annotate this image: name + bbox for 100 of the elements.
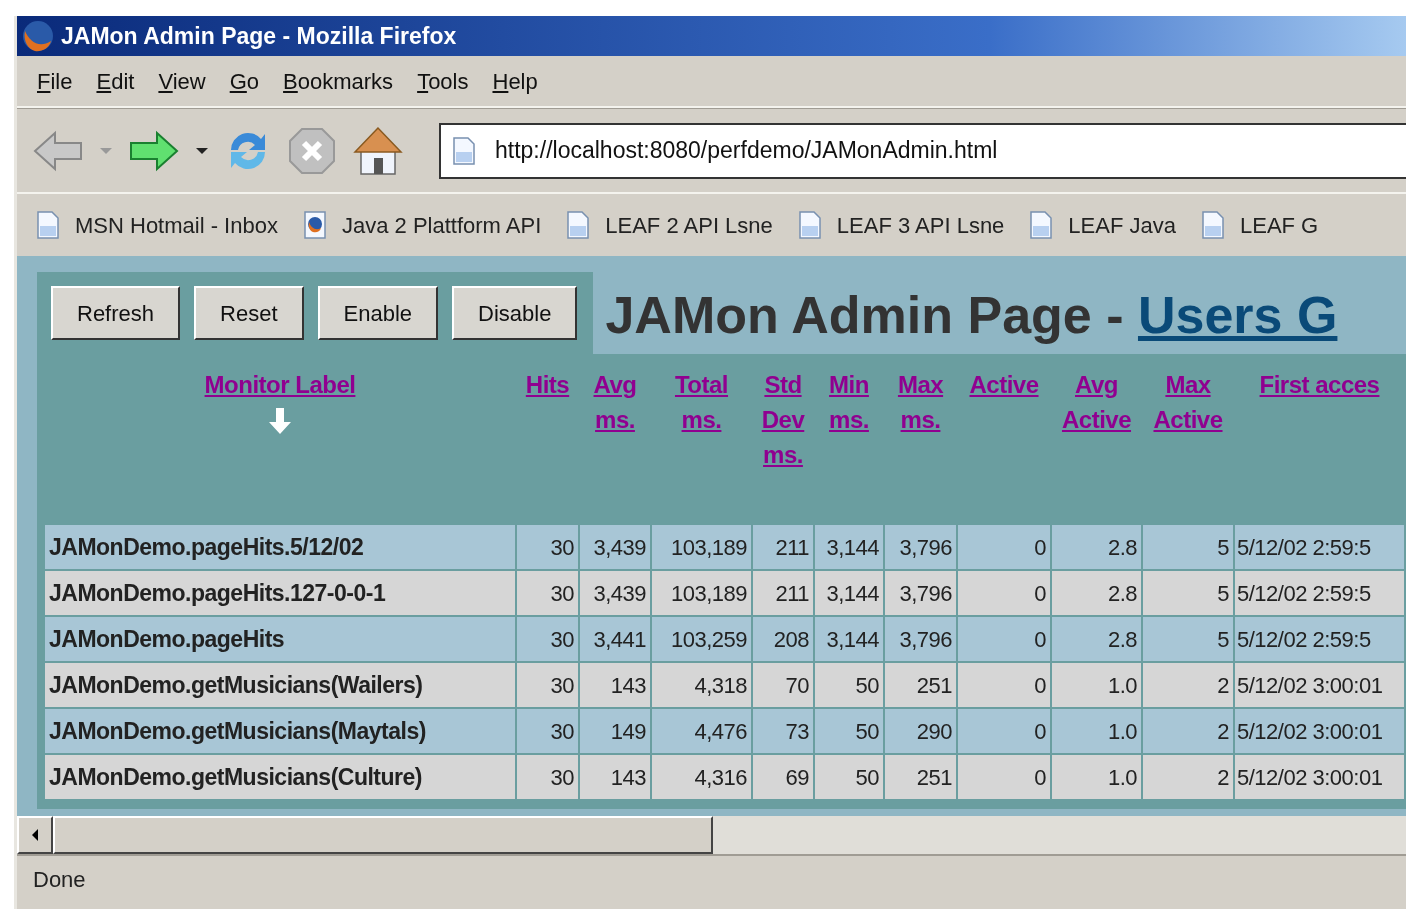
monitor-label-cell: JAMonDemo.pageHits.5/12/02 — [44, 524, 516, 570]
table-cell: 143 — [579, 662, 651, 708]
forward-arrow-icon[interactable] — [127, 128, 181, 173]
table-cell: 3,796 — [884, 570, 957, 616]
toolbar-button[interactable]: Disable — [452, 286, 578, 340]
table-cell: 0 — [957, 524, 1051, 570]
page-icon — [565, 210, 592, 240]
bookmark-link[interactable]: MSN Hotmail - Inbox — [35, 208, 278, 242]
status-text: Done — [33, 865, 86, 894]
table-cell: 211 — [752, 524, 814, 570]
menu-item[interactable]: File — [31, 64, 91, 98]
caret-icon[interactable] — [195, 146, 209, 155]
bookmark-link[interactable]: Java 2 Plattform API — [301, 208, 542, 242]
toolbar-button[interactable]: Refresh — [51, 286, 181, 340]
table-cell: 69 — [752, 754, 814, 800]
menu-item[interactable]: Help — [486, 64, 556, 98]
table-cell: 5/12/02 3:00:01 — [1234, 708, 1405, 754]
menu-item[interactable]: View — [152, 64, 224, 98]
monitor-label-cell: JAMonDemo.getMusicians(Maytals) — [44, 708, 516, 754]
table-cell: 0 — [957, 616, 1051, 662]
table-cell: 5/12/02 2:59:5 — [1234, 570, 1405, 616]
monitor-label-cell: JAMonDemo.pageHits — [44, 616, 516, 662]
table-cell: 50 — [814, 754, 884, 800]
table-cell: 2.8 — [1051, 616, 1142, 662]
menu-item[interactable]: Tools — [411, 64, 487, 98]
bookmark-link[interactable]: LEAF 2 API Lsne — [565, 208, 773, 242]
scroll-left-button[interactable] — [17, 816, 53, 854]
menu-item[interactable]: Go — [223, 64, 278, 98]
table-cell: 3,439 — [579, 524, 651, 570]
table-cell: 70 — [752, 662, 814, 708]
table-cell: 103,189 — [651, 524, 752, 570]
table-cell: 290 — [884, 708, 957, 754]
table-cell: 73 — [752, 708, 814, 754]
table-cell: 2.8 — [1051, 570, 1142, 616]
page-icon — [451, 135, 477, 166]
monitor-label-cell: JAMonDemo.getMusicians(Culture) — [44, 754, 516, 800]
page-icon — [1028, 210, 1055, 240]
table-cell: 5/12/02 2:59:5 — [1234, 616, 1405, 662]
page-icon — [35, 210, 61, 240]
left-arrow-icon — [30, 828, 40, 842]
heading-link[interactable]: Users G — [1137, 286, 1338, 344]
table-cell: 2 — [1142, 754, 1234, 800]
table-cell: 2 — [1142, 708, 1234, 754]
table-cell: 251 — [884, 754, 957, 800]
table-cell: 0 — [957, 662, 1051, 708]
table-cell: 0 — [957, 708, 1051, 754]
table-cell: 2 — [1142, 662, 1234, 708]
table-cell: 0 — [957, 754, 1051, 800]
table-cell: 30 — [516, 524, 579, 570]
bookmark-link[interactable]: LEAF Java — [1028, 208, 1176, 242]
table-cell: 3,439 — [579, 570, 651, 616]
table-cell: 5 — [1142, 616, 1234, 662]
table-cell: 5/12/02 3:00:01 — [1234, 662, 1405, 708]
table-cell: 1.0 — [1051, 754, 1142, 800]
table-cell: 30 — [516, 616, 579, 662]
table-cell: 50 — [814, 662, 884, 708]
page-icon — [1199, 210, 1226, 240]
table-cell: 208 — [752, 616, 814, 662]
menu-item[interactable]: Edit — [90, 64, 153, 98]
table-cell: 1.0 — [1051, 708, 1142, 754]
table-cell: 103,259 — [651, 616, 752, 662]
table-cell: 30 — [516, 662, 579, 708]
toolbar-button[interactable]: Reset — [194, 286, 304, 340]
monitor-label-cell: JAMonDemo.getMusicians(Wailers) — [44, 662, 516, 708]
browser-page-icon — [301, 210, 328, 240]
table-cell: 3,796 — [884, 524, 957, 570]
page-heading: JAMon Admin Page - Users G — [604, 285, 1338, 346]
table-cell: 5/12/02 3:00:01 — [1234, 754, 1405, 800]
table-cell: 4,316 — [651, 754, 752, 800]
browser-logo-icon — [21, 19, 55, 53]
table-cell: 2.8 — [1051, 524, 1142, 570]
table-cell: 5 — [1142, 524, 1234, 570]
table-cell: 251 — [884, 662, 957, 708]
table-cell: 4,318 — [651, 662, 752, 708]
table-cell: 3,441 — [579, 616, 651, 662]
window-title: JAMon Admin Page - Mozilla Firefox — [61, 21, 457, 51]
address-field[interactable]: http://localhost:8080/perfdemo/JAMonAdmin.html — [439, 122, 1406, 179]
bookmark-link[interactable]: LEAF 3 API Lsne — [796, 208, 1005, 242]
table-cell: 3,144 — [814, 616, 884, 662]
table-cell: 30 — [516, 708, 579, 754]
table-cell: 50 — [814, 708, 884, 754]
home-icon[interactable] — [351, 125, 405, 176]
toolbar-button[interactable]: Enable — [317, 286, 439, 340]
menu-item[interactable]: Bookmarks — [277, 64, 412, 98]
table-cell: 103,189 — [651, 570, 752, 616]
monitor-label-cell: JAMonDemo.pageHits.127-0-0-1 — [44, 570, 516, 616]
scrollbar-thumb[interactable] — [53, 816, 713, 854]
page-icon — [796, 210, 823, 240]
table-cell: 4,476 — [651, 708, 752, 754]
table-cell: 0 — [957, 570, 1051, 616]
table-cell: 3,144 — [814, 524, 884, 570]
bookmark-link[interactable]: LEAF G — [1199, 208, 1319, 242]
table-cell: 3,796 — [884, 616, 957, 662]
table-cell: 3,144 — [814, 570, 884, 616]
table-cell: 5 — [1142, 570, 1234, 616]
table-cell: 30 — [516, 754, 579, 800]
table-cell: 149 — [579, 708, 651, 754]
table-cell: 5/12/02 2:59:5 — [1234, 524, 1405, 570]
table-cell: 143 — [579, 754, 651, 800]
table-cell: 30 — [516, 570, 579, 616]
